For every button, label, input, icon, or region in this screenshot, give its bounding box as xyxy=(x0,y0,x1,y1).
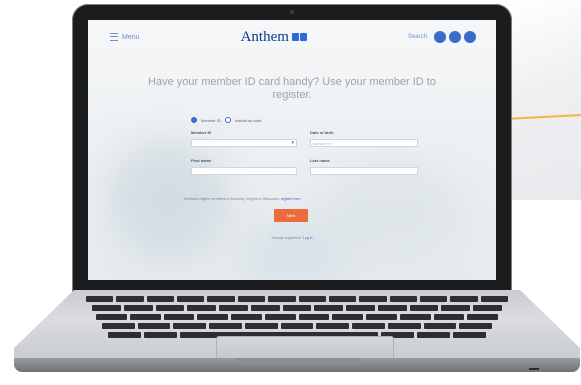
last-name-label: Last name xyxy=(310,158,330,163)
laptop-lid: Menu Anthem Search Have your member ID c… xyxy=(72,4,512,296)
radio-label: Member ID xyxy=(201,117,221,123)
chevron-down-icon: ▾ xyxy=(291,140,294,146)
nav-circle-icon[interactable] xyxy=(463,31,476,43)
camera xyxy=(290,10,294,14)
background-corner xyxy=(511,0,581,200)
top-nav: Menu Anthem Search xyxy=(88,20,496,54)
brand-name: Anthem xyxy=(240,28,289,45)
laptop-base xyxy=(14,290,580,372)
member-id-label: Member ID xyxy=(191,130,212,135)
dob-label: Date of birth xyxy=(310,130,334,135)
member-id-input[interactable]: ▾ xyxy=(191,139,297,147)
hamburger-icon xyxy=(110,33,118,41)
laptop-screen: Menu Anthem Search Have your member ID c… xyxy=(88,20,496,280)
laptop-notch xyxy=(235,358,359,363)
next-button[interactable]: Next xyxy=(274,209,308,222)
radio-individual-code[interactable] xyxy=(224,117,231,123)
keyboard xyxy=(85,296,509,341)
nav-circle-icon[interactable] xyxy=(433,31,446,43)
cross-shield-icon xyxy=(291,33,307,41)
medicaid-note: Medicaid eligible members in Kentucky, V… xyxy=(184,197,404,201)
note-text: Medicaid eligible members in Kentucky, V… xyxy=(184,197,280,201)
login-prompt-text: Already registered? xyxy=(271,236,302,240)
radio-member-id[interactable] xyxy=(191,117,197,123)
radio-label: Individual code xyxy=(234,117,262,123)
id-type-radio-group: Member ID Individual code xyxy=(191,117,261,123)
register-link[interactable]: register here. xyxy=(281,197,302,201)
brand-logo[interactable]: Anthem xyxy=(241,29,307,46)
search-link[interactable]: Search xyxy=(408,34,427,40)
menu-label: Menu xyxy=(122,33,140,41)
status-led xyxy=(529,368,539,370)
login-link[interactable]: Log in xyxy=(303,236,313,240)
nav-actions: Search xyxy=(408,31,476,43)
last-name-input[interactable] xyxy=(310,167,418,175)
dob-placeholder: MM/DD/YYYY xyxy=(313,142,333,146)
first-name-label: First name xyxy=(191,158,212,163)
login-prompt: Already registered? Log in xyxy=(260,236,324,240)
menu-button[interactable]: Menu xyxy=(110,33,140,41)
first-name-input[interactable] xyxy=(191,167,297,175)
nav-circle-icon[interactable] xyxy=(448,31,461,43)
page-headline: Have your member ID card handy? Use your… xyxy=(148,76,436,101)
dob-input[interactable]: MM/DD/YYYY xyxy=(310,139,418,147)
